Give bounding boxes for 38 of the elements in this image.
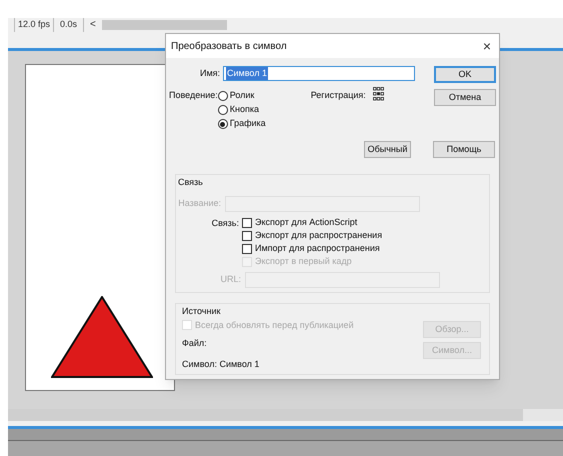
radio-button[interactable] [218,91,228,101]
behavior-label: Поведение: [169,89,218,102]
help-button[interactable]: Помощь [433,141,495,158]
checkbox[interactable] [242,231,252,241]
linkage-option-label: Экспорт в первый кадр [255,255,352,268]
fps-readout: 12.0 fps [14,18,54,32]
linkage-option-label: Экспорт для распространения [255,229,382,242]
linkage-option-label: Экспорт для ActionScript [255,216,358,230]
scroll-left-button[interactable]: < [90,20,96,30]
linkage-group-title: Связь [178,177,203,187]
url-label: URL: [219,272,241,286]
horizontal-scrollbar[interactable] [8,409,523,421]
ok-button[interactable]: OK [434,66,496,83]
checkbox[interactable] [242,244,252,254]
symbol-label: Символ: Символ 1 [182,358,260,368]
behavior-option-label: Графика [230,117,266,130]
cancel-button[interactable]: Отмена [434,89,496,106]
checkbox[interactable] [242,218,252,228]
identifier-label: Название: [178,196,221,210]
scrollbar-thumb[interactable] [102,20,227,30]
dialog-title: Преобразовать в символ [171,40,287,54]
registration-label: Регистрация: [310,89,366,102]
close-button[interactable]: × [480,39,494,53]
name-value: Символ 1 [226,66,268,80]
name-label: Имя: [200,66,220,80]
time-readout: 0.0s [60,18,84,32]
basic-button[interactable]: Обычный [364,141,411,158]
radio-button[interactable] [218,105,228,115]
behavior-option-label: Кнопка [230,103,259,116]
radio-button[interactable] [218,119,228,129]
linkage-option-label: Импорт для распространения [255,242,380,256]
file-label: Файл: [182,338,207,348]
behavior-option-label: Ролик [230,89,254,102]
linkage-label: Связь: [210,216,240,230]
source-group-title: Источник [182,306,220,316]
name-field[interactable]: Символ 1 [223,66,416,81]
registration-grid-icon [372,87,384,101]
always-update-label: Всегда обновлять перед публикацией [195,318,354,332]
